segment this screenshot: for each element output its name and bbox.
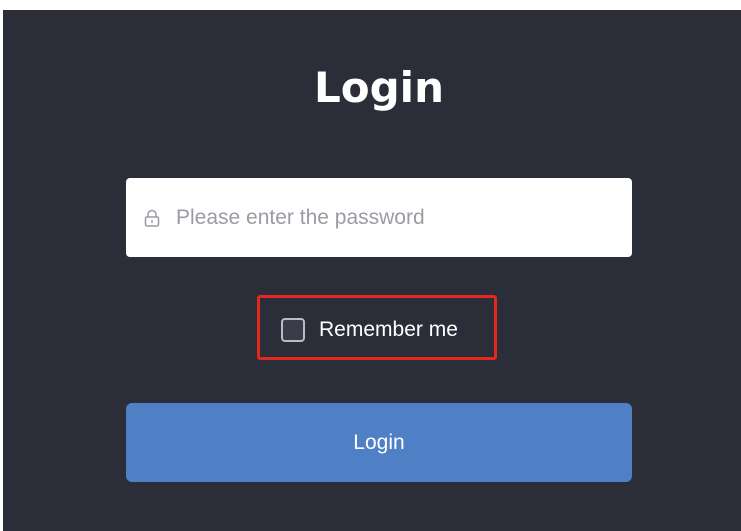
remember-me-label: Remember me — [319, 318, 458, 341]
remember-me-checkbox[interactable] — [281, 318, 305, 342]
remember-me-option[interactable]: Remember me — [281, 315, 458, 345]
lock-icon — [144, 209, 160, 227]
login-button[interactable]: Login — [126, 403, 632, 482]
password-input[interactable] — [176, 205, 596, 230]
page-title: Login — [314, 63, 444, 112]
password-field[interactable] — [126, 178, 632, 257]
